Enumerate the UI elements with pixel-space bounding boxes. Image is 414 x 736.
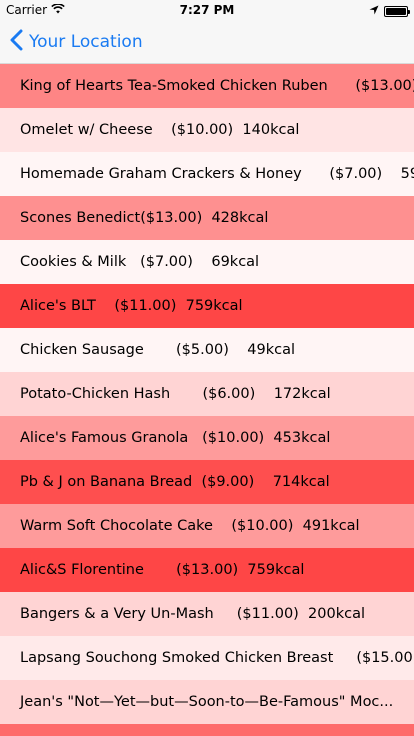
chevron-left-icon [10, 29, 29, 56]
menu-item-label: Potato-Chicken Hash ($6.00) 172kcal [20, 386, 331, 402]
menu-item-row[interactable]: Bangers & a Very Un-Mash ($11.00) 200kca… [0, 592, 414, 636]
menu-item-label: Pb & J on Banana Bread ($9.00) 714kcal [20, 474, 330, 490]
menu-item-row[interactable]: King of Hearts Tea-Smoked Chicken Ruben … [0, 64, 414, 108]
status-bar: Carrier 7:27 PM [0, 0, 414, 20]
location-arrow-icon [369, 4, 379, 18]
menu-item-label: Warm Soft Chocolate Cake ($10.00) 491kca… [20, 518, 360, 534]
menu-item-row[interactable]: Potato-Chicken Hash ($6.00) 172kcal [0, 372, 414, 416]
menu-item-row[interactable]: Omelet w/ Cheese ($10.00) 140kcal [0, 108, 414, 152]
menu-item-label: Alice's Famous Granola ($10.00) 453kcal [20, 430, 331, 446]
back-label: Your Location [29, 32, 143, 52]
menu-item-label: Alic&S Florentine ($13.00) 759kcal [20, 562, 305, 578]
menu-item-row[interactable] [0, 724, 414, 736]
menu-item-row[interactable]: Alice's Famous Granola ($10.00) 453kcal [0, 416, 414, 460]
menu-item-label: Chicken Sausage ($5.00) 49kcal [20, 342, 296, 358]
menu-item-row[interactable]: Scones Benedict($13.00) 428kcal [0, 196, 414, 240]
menu-item-row[interactable]: Alice's BLT ($11.00) 759kcal [0, 284, 414, 328]
back-button[interactable]: Your Location [10, 20, 143, 64]
status-right [369, 4, 410, 18]
menu-item-label: Omelet w/ Cheese ($10.00) 140kcal [20, 122, 300, 138]
battery-icon [384, 5, 410, 17]
menu-item-row[interactable]: Cookies & Milk ($7.00) 69kcal [0, 240, 414, 284]
menu-item-row[interactable]: Warm Soft Chocolate Cake ($10.00) 491kca… [0, 504, 414, 548]
menu-item-row[interactable]: Alic&S Florentine ($13.00) 759kcal [0, 548, 414, 592]
menu-item-row[interactable]: Lapsang Souchong Smoked Chicken Breast (… [0, 636, 414, 680]
menu-list: King of Hearts Tea-Smoked Chicken Ruben … [0, 64, 414, 736]
menu-item-row[interactable]: Jean's "Not—Yet—but—Soon-to—Be-Famous" M… [0, 680, 414, 724]
menu-item-label: Scones Benedict($13.00) 428kcal [20, 210, 269, 226]
menu-item-label: Jean's "Not—Yet—but—Soon-to—Be-Famous" M… [20, 694, 394, 710]
status-time: 7:27 PM [179, 3, 235, 17]
menu-item-row[interactable]: Chicken Sausage ($5.00) 49kcal [0, 328, 414, 372]
menu-item-row[interactable]: Homemade Graham Crackers & Honey ($7.00)… [0, 152, 414, 196]
menu-item-label: Homemade Graham Crackers & Honey ($7.00)… [20, 166, 414, 182]
menu-item-label: Bangers & a Very Un-Mash ($11.00) 200kca… [20, 606, 365, 622]
menu-item-label: Alice's BLT ($11.00) 759kcal [20, 298, 243, 314]
menu-item-row[interactable]: Pb & J on Banana Bread ($9.00) 714kcal [0, 460, 414, 504]
menu-item-label: Lapsang Souchong Smoked Chicken Breast (… [20, 650, 414, 666]
navigation-bar: Your Location [0, 20, 414, 64]
menu-item-label: King of Hearts Tea-Smoked Chicken Ruben … [20, 78, 414, 94]
menu-item-label: Cookies & Milk ($7.00) 69kcal [20, 254, 260, 270]
